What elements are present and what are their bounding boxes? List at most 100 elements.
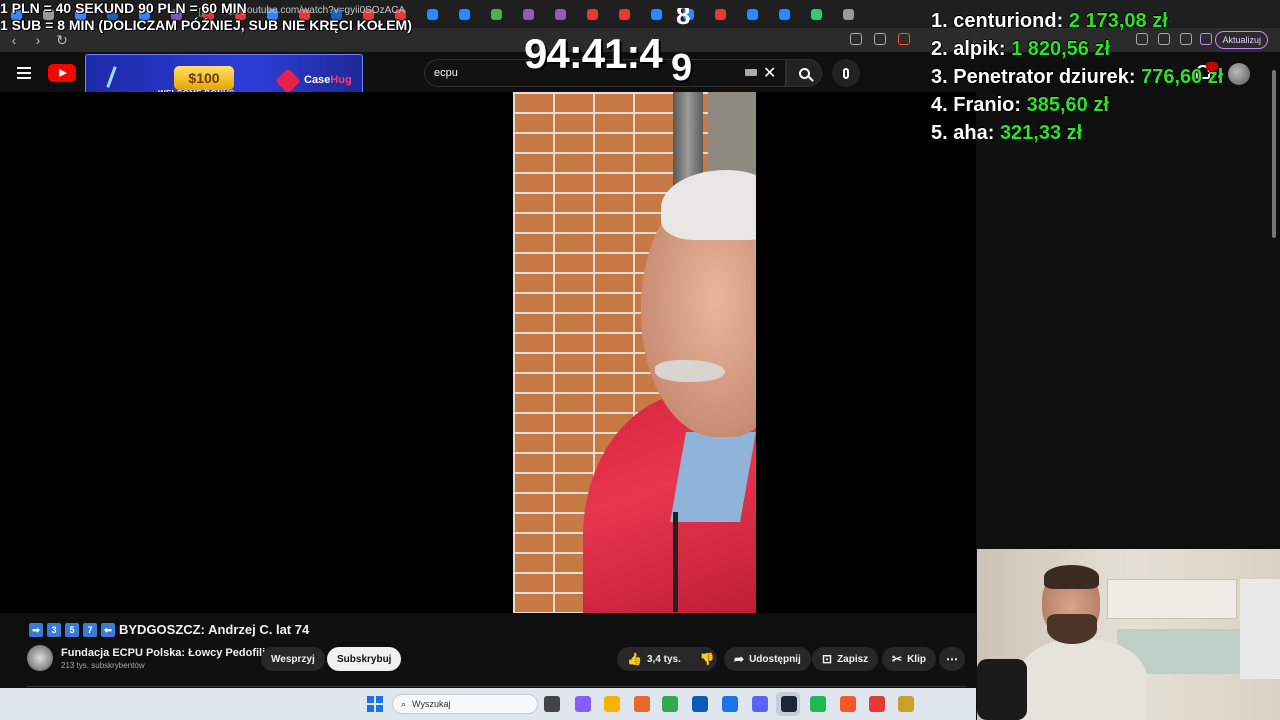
clip-button[interactable]: ✂ Klip [882, 647, 936, 671]
browser-tab[interactable] [614, 3, 644, 25]
channel-subscribers: 213 tys. subskrybentów [61, 661, 145, 670]
browser-tab[interactable] [454, 3, 484, 25]
browser-tab[interactable] [646, 3, 676, 25]
taskbar-search[interactable]: ⌕ Wyszukaj [392, 694, 538, 714]
ad-brand: CaseHug [304, 74, 352, 86]
clip-label: Klip [907, 653, 926, 665]
clear-search-icon[interactable]: ✕ [763, 63, 776, 83]
bookmark-save-icon: ⊡ [822, 652, 833, 666]
divider [27, 686, 967, 687]
thumbs-down-icon[interactable]: 👎 [700, 652, 715, 666]
taskbar-app-icon[interactable] [869, 696, 885, 712]
tab-favicon-icon [523, 8, 534, 20]
reload-icon[interactable]: ↻ [52, 30, 72, 50]
tab-favicon-icon [651, 8, 662, 20]
lb-rank: 2. [931, 38, 948, 60]
jacket-zipper [673, 512, 678, 612]
person-mustache [655, 360, 725, 382]
browser-tab[interactable] [518, 3, 548, 25]
taskbar-app-icon[interactable] [692, 696, 708, 712]
tab-favicon-icon [779, 8, 790, 20]
brave-shield-icon[interactable] [898, 33, 910, 45]
share-button[interactable]: ➦ Udostępnij [724, 647, 811, 671]
save-button[interactable]: ⊡ Zapisz [812, 647, 879, 671]
page-scrollbar[interactable] [1272, 70, 1276, 238]
lb-amount: 385,60 zł [1026, 94, 1109, 116]
more-actions-button[interactable]: ⋯ [939, 647, 965, 671]
support-button[interactable]: Wesprzyj [261, 647, 325, 671]
subscribe-button[interactable]: Subskrybuj [327, 647, 402, 671]
channel-name[interactable]: Fundacja ECPU Polska: Łowcy Pedofili [61, 647, 265, 659]
share-icon[interactable] [874, 33, 886, 45]
taskbar-app-icon[interactable] [575, 696, 591, 712]
browser-tab[interactable] [710, 3, 740, 25]
back-icon[interactable]: ‹ [4, 30, 24, 50]
streamer-shirt [1017, 639, 1147, 720]
video-player[interactable] [0, 92, 976, 613]
taskbar-app-icon[interactable] [840, 696, 856, 712]
fridge [1240, 579, 1280, 679]
emoji-digit-5: 5 [65, 622, 79, 637]
like-button[interactable]: 👍 3,4 tys. 👎 [617, 647, 717, 671]
lb-name: alpik: [953, 38, 1006, 60]
taskbar-app-icon[interactable] [722, 696, 738, 712]
tab-favicon-icon [811, 8, 822, 20]
search-icon: ⌕ [401, 698, 407, 709]
donation-leaderboard: 1. centuriond: 2 173,08 zł 2. alpik: 1 8… [931, 8, 1223, 148]
search-input-value: ecpu [434, 67, 458, 79]
leaderboard-row: 3. Penetrator dziurek: 776,60 zł [931, 64, 1223, 92]
save-label: Zapisz [837, 653, 869, 665]
tab-favicon-icon [491, 8, 502, 20]
tab-favicon-icon [619, 8, 630, 20]
browser-tab[interactable] [806, 3, 836, 25]
browser-tab[interactable] [838, 3, 868, 25]
taskbar-app-icon[interactable] [544, 696, 560, 712]
url-field[interactable]: youtube.com/watch?v=gyii0SOzACA [242, 5, 405, 16]
taskbar-app-icon[interactable] [898, 696, 914, 712]
ad-price: $100 [174, 66, 234, 90]
youtube-logo-icon[interactable] [48, 64, 76, 82]
windows-start-icon[interactable] [367, 696, 383, 712]
video-title-text: BYDGOSZCZ: Andrzej C. lat 74 [119, 622, 310, 637]
leaderboard-row: 4. Franio: 385,60 zł [931, 92, 1223, 120]
channel-avatar[interactable] [27, 645, 53, 671]
browser-tab[interactable] [742, 3, 772, 25]
video-frame[interactable] [513, 92, 756, 613]
emoji-digit-7: 7 [83, 622, 97, 637]
account-avatar[interactable] [1228, 63, 1250, 85]
browser-tab[interactable] [774, 3, 804, 25]
streamer-beard [1047, 614, 1097, 644]
cast-icon[interactable] [850, 33, 862, 45]
taskbar-app-icon[interactable] [752, 696, 768, 712]
taskbar-app-icon[interactable] [810, 696, 826, 712]
taskbar-app-icon[interactable] [662, 696, 678, 712]
streamer-hair [1044, 565, 1099, 589]
voice-search-button[interactable] [832, 59, 860, 87]
browser-tab[interactable] [550, 3, 580, 25]
overlay-rate-line-2: 1 SUB = 8 MIN (DOLICZAM PÓŹNIEJ, SUB NIE… [0, 17, 412, 33]
tab-favicon-icon [427, 8, 438, 20]
forward-icon[interactable]: › [28, 30, 48, 50]
scissors-icon: ✂ [892, 652, 903, 666]
timer-rolling-digit: 9 [671, 47, 693, 89]
taskbar-app-icon[interactable] [634, 696, 650, 712]
support-label: Wesprzyj [271, 653, 315, 665]
tab-favicon-icon [587, 8, 598, 20]
lb-amount: 321,33 zł [999, 122, 1083, 144]
tab-favicon-icon [747, 8, 758, 20]
search-button[interactable] [786, 59, 822, 87]
ad-brand-case: Case [304, 74, 331, 86]
browser-tab[interactable] [422, 3, 452, 25]
leaderboard-row: 5. aha: 321,33 zł [931, 120, 1223, 148]
taskbar-app-icon[interactable] [781, 696, 797, 712]
menu-icon[interactable] [17, 67, 31, 82]
browser-tab[interactable] [582, 3, 612, 25]
keyboard-icon[interactable] [745, 69, 757, 76]
taskbar-app-icon[interactable] [604, 696, 620, 712]
subscribe-label: Subskrybuj [337, 653, 392, 665]
streamer [1017, 565, 1147, 720]
browser-tab[interactable] [486, 3, 516, 25]
like-count: 3,4 tys. [646, 653, 681, 665]
lb-rank: 1. [931, 10, 948, 32]
microphone-icon [843, 67, 849, 79]
